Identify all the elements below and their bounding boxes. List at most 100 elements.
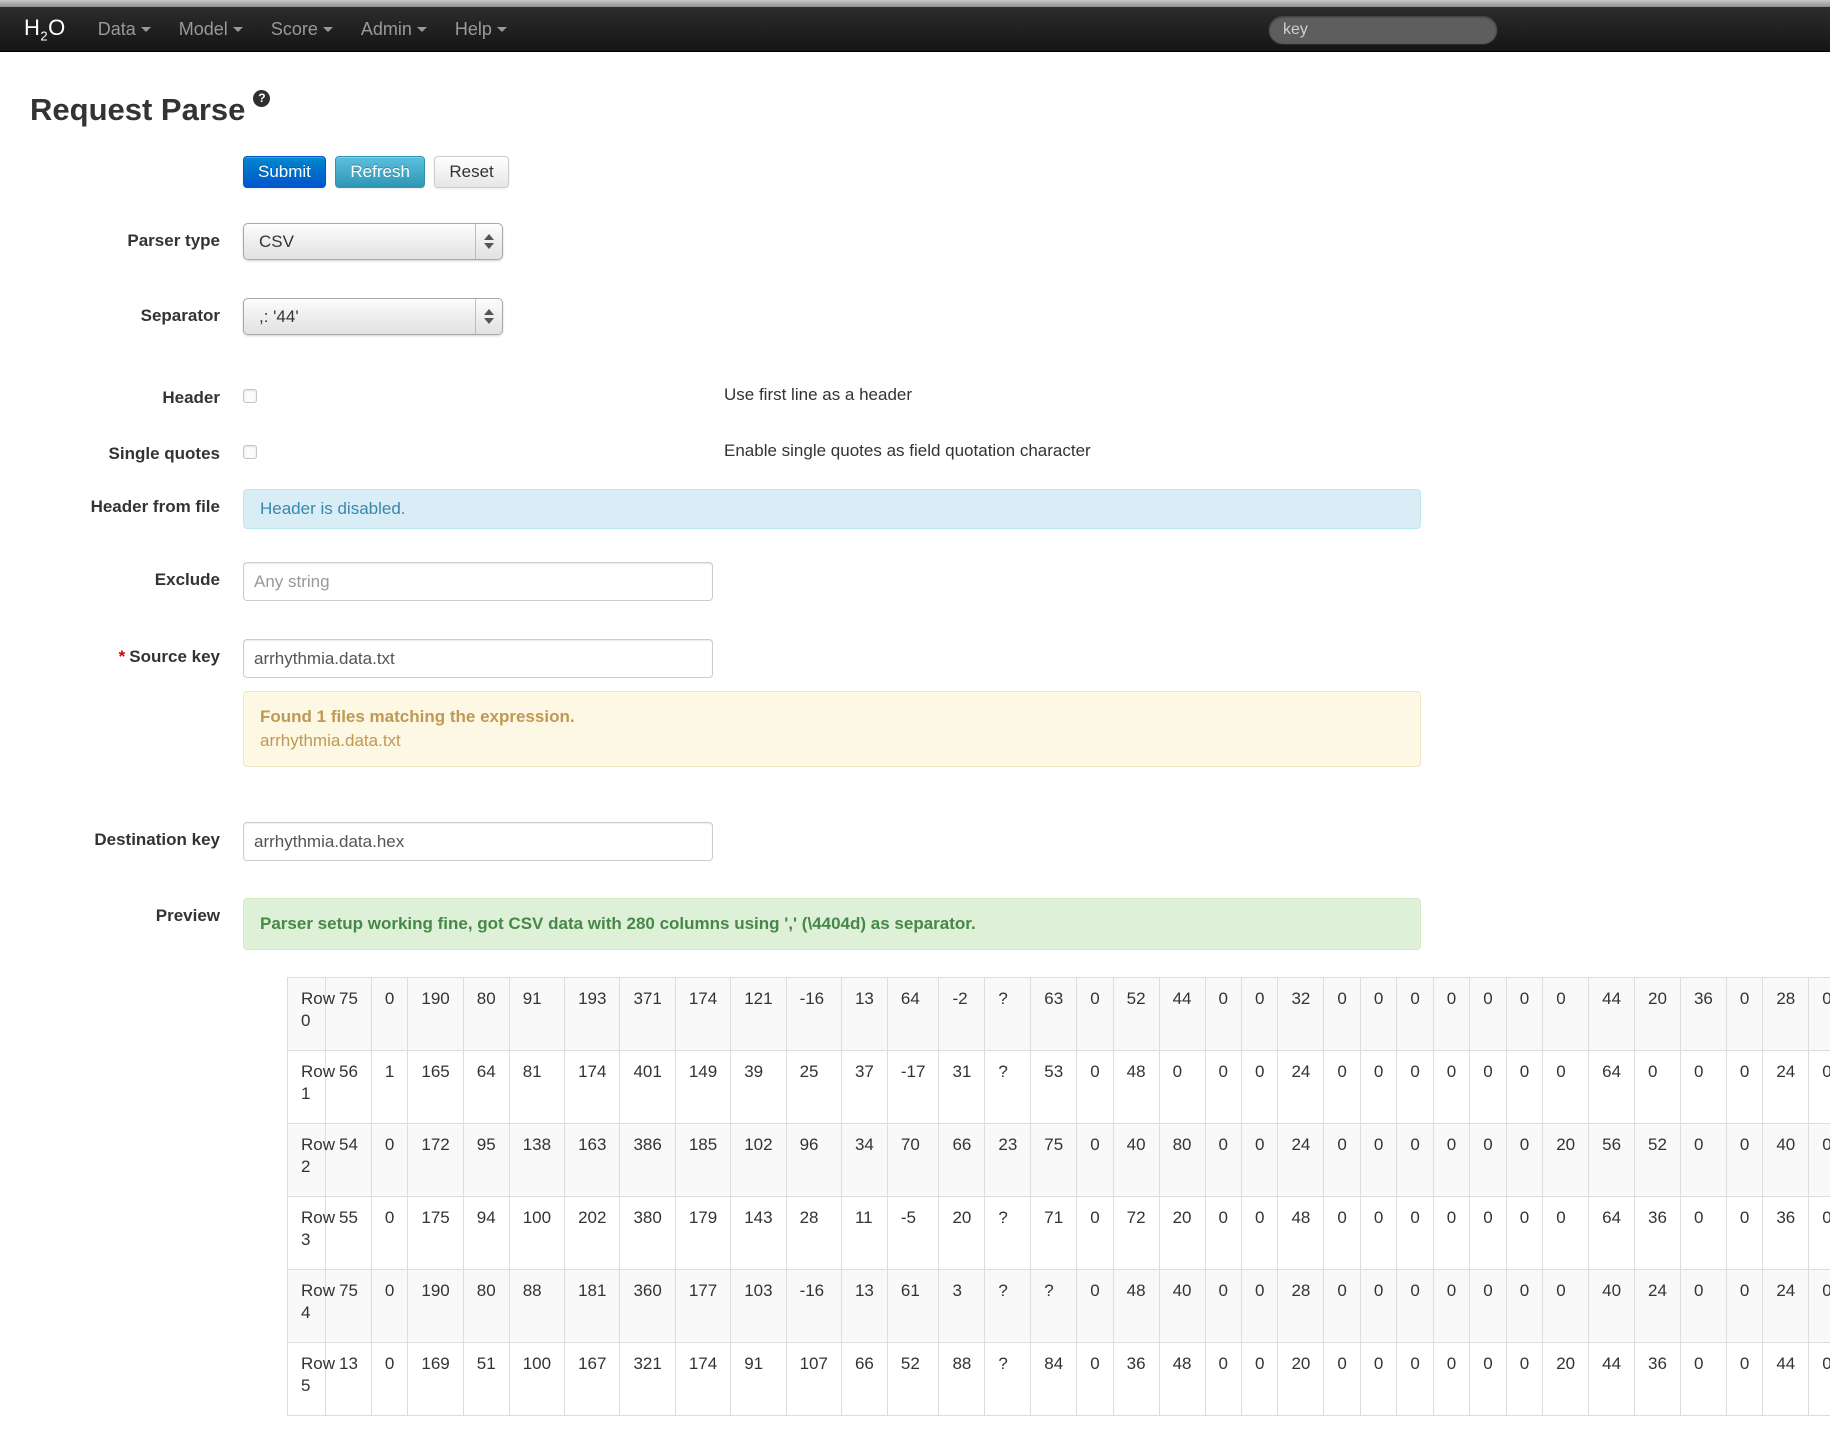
data-cell: 48: [1112, 1050, 1160, 1124]
parser-type-row: Parser type CSV: [0, 223, 1830, 260]
h2o-logo[interactable]: H2O: [24, 15, 66, 43]
data-cell: 20: [938, 1196, 986, 1270]
data-cell: 174: [564, 1050, 621, 1124]
data-cell: 0: [1679, 1196, 1727, 1270]
data-cell: 174: [674, 977, 732, 1051]
data-cell: 24: [1762, 1050, 1810, 1124]
exclude-label: Exclude: [154, 570, 220, 589]
reset-button[interactable]: Reset: [434, 156, 509, 188]
nav-menu-label: Model: [178, 18, 228, 39]
data-cell: 40: [1158, 1269, 1206, 1343]
data-cell: 0: [1359, 1269, 1398, 1343]
row-label-cell: Row 0: [287, 977, 335, 1051]
single-quotes-help-text: Enable single quotes as field quotation …: [724, 441, 1091, 460]
page-title: Request Parse?: [30, 90, 1830, 128]
data-cell: 44: [1762, 1342, 1810, 1416]
data-cell: 36: [1679, 977, 1727, 1051]
data-cell: 0: [1204, 977, 1242, 1051]
data-cell: 0: [1359, 1196, 1398, 1270]
help-icon[interactable]: ?: [253, 90, 271, 107]
data-cell: 121: [730, 977, 787, 1051]
data-cell: 0: [1505, 1342, 1544, 1416]
data-cell: -16: [785, 977, 842, 1051]
data-cell: 72: [1112, 1196, 1160, 1270]
data-cell: ?: [984, 1050, 1032, 1124]
data-cell: 0: [1240, 1342, 1279, 1416]
data-cell: 48: [1277, 1196, 1325, 1270]
data-cell: 0: [1469, 1269, 1507, 1343]
nav-menu-score[interactable]: Score: [257, 7, 347, 52]
search-input[interactable]: [1268, 15, 1498, 45]
data-cell: 360: [619, 1269, 676, 1343]
refresh-button[interactable]: Refresh: [335, 156, 425, 188]
data-cell: 51: [462, 1342, 510, 1416]
nav-menu-data[interactable]: Data: [84, 7, 165, 52]
nav-menu-help[interactable]: Help: [441, 7, 521, 52]
data-cell: 0: [1432, 1196, 1471, 1270]
data-cell: 172: [407, 1123, 464, 1197]
data-cell: 0: [1725, 1269, 1764, 1343]
data-cell: 380: [619, 1196, 676, 1270]
data-cell: 0: [1725, 1196, 1764, 1270]
data-cell: 36: [1762, 1196, 1810, 1270]
destination-key-input[interactable]: [243, 822, 713, 861]
header-from-file-label: Header from file: [90, 497, 220, 516]
chevron-down-icon: [496, 27, 507, 33]
data-cell: 0: [1204, 1196, 1242, 1270]
data-cell: 36: [1634, 1342, 1681, 1416]
separator-row: Separator ,: '44': [0, 298, 1830, 335]
exclude-input[interactable]: [243, 562, 713, 601]
data-cell: 0: [1323, 1342, 1361, 1416]
data-cell: 0: [1679, 1342, 1727, 1416]
data-cell: 169: [407, 1342, 464, 1416]
row-label-cell: Row 5: [287, 1342, 335, 1416]
row-label-cell: Row 3: [287, 1196, 335, 1270]
navbar: H2O Data Model Score Admin Help: [0, 7, 1830, 52]
data-cell: 80: [462, 977, 510, 1051]
data-cell: 0: [1542, 1269, 1590, 1343]
submit-button[interactable]: Submit: [243, 156, 326, 188]
source-key-input[interactable]: [243, 639, 713, 678]
data-cell: 0: [1432, 1123, 1471, 1197]
data-cell: 0: [1240, 1269, 1279, 1343]
data-cell: 20: [1158, 1196, 1206, 1270]
data-cell: 0: [1396, 1342, 1434, 1416]
data-cell: 0: [1204, 1123, 1242, 1197]
data-cell: 37: [840, 1050, 888, 1124]
data-cell: 149: [674, 1050, 732, 1124]
row-label-cell: Row 1: [287, 1050, 335, 1124]
nav-menu-label: Admin: [360, 18, 412, 39]
data-cell: 0: [1076, 1196, 1114, 1270]
data-cell: 24: [1277, 1050, 1325, 1124]
parser-type-value: CSV: [259, 231, 294, 251]
data-cell: 0: [1469, 1050, 1507, 1124]
data-cell: -16: [785, 1269, 842, 1343]
data-cell: ?: [984, 977, 1032, 1051]
required-asterisk: *: [118, 647, 126, 666]
data-cell: ?: [984, 1269, 1032, 1343]
table-row: Row 2 54 0 172 95 138 163 386 185 102 96 34 70 66 23 75…: [287, 1123, 1830, 1197]
table-row: Row 5 13 0 169 51 100 167 321 174 91 107 66 52 88? 84 0…: [287, 1342, 1830, 1416]
single-quotes-label: Single quotes: [108, 444, 220, 463]
header-checkbox[interactable]: [243, 389, 257, 403]
data-cell: 13: [840, 1269, 888, 1343]
data-cell: 64: [886, 977, 940, 1051]
nav-menu-admin[interactable]: Admin: [347, 7, 441, 52]
data-cell: 0: [1240, 1123, 1279, 1197]
data-cell: 0: [1359, 1050, 1398, 1124]
data-cell: 0: [1359, 1123, 1398, 1197]
separator-select[interactable]: ,: '44': [243, 298, 503, 335]
data-cell: 28: [785, 1196, 842, 1270]
single-quotes-checkbox[interactable]: [243, 445, 257, 459]
header-label: Header: [162, 388, 220, 407]
data-cell: 0: [1469, 1342, 1507, 1416]
nav-menu-model[interactable]: Model: [165, 7, 257, 52]
data-cell: 20: [1277, 1342, 1325, 1416]
parser-type-select[interactable]: CSV: [243, 223, 503, 260]
data-cell: 100: [508, 1342, 566, 1416]
data-cell: 0: [1634, 1050, 1681, 1124]
data-cell: 386: [619, 1123, 676, 1197]
data-cell: 165: [407, 1050, 464, 1124]
data-cell: 40: [1762, 1123, 1810, 1197]
data-cell: 40: [1112, 1123, 1160, 1197]
